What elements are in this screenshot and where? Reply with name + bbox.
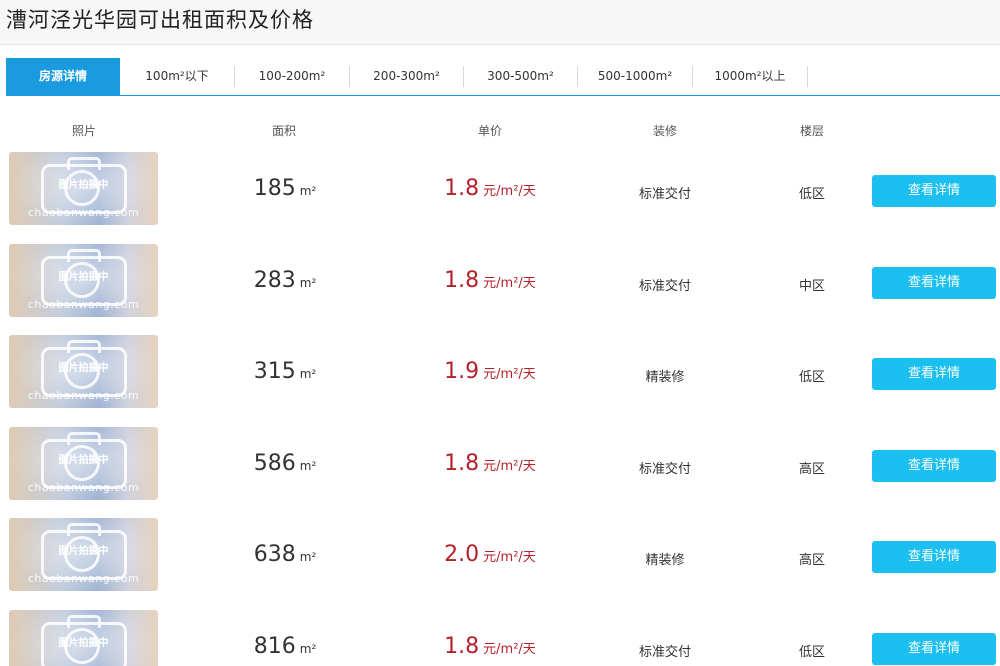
floor-cell: 高区 — [798, 462, 825, 477]
tab-over-1000[interactable]: 1000m²以上 — [693, 58, 807, 95]
column-header-decoration: 装修 — [652, 124, 677, 138]
photo-placeholder-text: 图片拍摄中 — [58, 180, 109, 191]
area-cell: 586 m² — [200, 451, 370, 476]
area-value: 586 — [253, 451, 296, 476]
view-details-button[interactable]: 查看详情 — [872, 358, 996, 390]
decoration-cell: 精装修 — [645, 553, 685, 568]
photo-placeholder-text: 图片拍摄中 — [58, 363, 109, 374]
area-unit: m² — [299, 367, 317, 381]
price-value: 1.8 — [444, 176, 480, 201]
price-unit: 元/m²/天 — [483, 550, 536, 565]
price-cell: 1.8 元/m²/天 — [400, 176, 580, 201]
price-cell: 2.0 元/m²/天 — [400, 542, 580, 567]
title-bar: 漕河泾光华园可出租面积及价格 — [0, 0, 1000, 45]
photo-placeholder-text: 图片拍摄中 — [58, 272, 109, 283]
listing-photo[interactable]: 图片拍摄中 chaobanwang.com — [9, 244, 158, 317]
area-unit: m² — [299, 550, 317, 564]
table-row: 图片拍摄中 chaobanwang.com 315 m² 1.9 元/m²/天 精装… — [0, 335, 1000, 408]
tab-under-100[interactable]: 100m²以下 — [120, 58, 234, 95]
column-header-price: 单价 — [477, 124, 502, 138]
price-unit: 元/m²/天 — [483, 276, 536, 291]
page-title: 漕河泾光华园可出租面积及价格 — [6, 8, 314, 32]
price-cell: 1.8 元/m²/天 — [400, 634, 580, 659]
area-cell: 816 m² — [200, 634, 370, 659]
view-details-button[interactable]: 查看详情 — [872, 633, 996, 665]
photo-watermark: chaobanwang.com — [27, 389, 140, 402]
view-details-button[interactable]: 查看详情 — [872, 267, 996, 299]
area-unit: m² — [299, 276, 317, 290]
photo-placeholder-text: 图片拍摄中 — [58, 638, 109, 649]
area-unit: m² — [299, 642, 317, 656]
filter-tabs: 房源详情 100m²以下 100-200m² 200-300m² 300-500… — [6, 58, 1000, 96]
floor-cell: 低区 — [798, 187, 825, 202]
decoration-cell: 标准交付 — [638, 187, 691, 202]
floor-cell: 高区 — [798, 553, 825, 568]
listing-photo[interactable]: 图片拍摄中 chaobanwang.com — [9, 427, 158, 500]
price-cell: 1.8 元/m²/天 — [400, 451, 580, 476]
tab-200-300[interactable]: 200-300m² — [350, 58, 463, 95]
price-value: 1.8 — [444, 451, 480, 476]
decoration-cell: 标准交付 — [638, 279, 691, 294]
price-unit: 元/m²/天 — [483, 459, 536, 474]
photo-watermark: chaobanwang.com — [27, 481, 140, 494]
area-value: 283 — [253, 268, 296, 293]
price-unit: 元/m²/天 — [483, 184, 536, 199]
column-header-area: 面积 — [271, 124, 296, 138]
table-row: 图片拍摄中 chaobanwang.com 185 m² 1.8 元/m²/天 标准… — [0, 152, 1000, 225]
listing-photo[interactable]: 图片拍摄中 chaobanwang.com — [9, 610, 158, 666]
view-details-button[interactable]: 查看详情 — [872, 175, 996, 207]
listing-photo[interactable]: 图片拍摄中 chaobanwang.com — [9, 518, 158, 591]
table-row: 图片拍摄中 chaobanwang.com 283 m² 1.8 元/m²/天 标准… — [0, 244, 1000, 317]
tab-listing-details[interactable]: 房源详情 — [6, 58, 120, 95]
floor-cell: 中区 — [798, 279, 825, 294]
photo-watermark: chaobanwang.com — [27, 206, 140, 219]
area-cell: 315 m² — [200, 359, 370, 384]
table-row: 图片拍摄中 chaobanwang.com 816m² 1.8元/m²/天 标准… — [0, 610, 1000, 666]
area-value: 315 — [253, 359, 296, 384]
area-value: 185 — [253, 176, 296, 201]
view-details-button[interactable]: 查看详情 — [872, 541, 996, 573]
table-row: 图片拍摄中 chaobanwang.com 638 m² 2.0 元/m²/天 精装… — [0, 518, 1000, 591]
price-unit: 元/m²/天 — [483, 642, 536, 657]
price-unit: 元/m²/天 — [483, 367, 536, 382]
photo-watermark: chaobanwang.com — [27, 298, 140, 311]
price-value: 1.8 — [444, 634, 480, 659]
area-cell: 638 m² — [200, 542, 370, 567]
area-value: 638 — [253, 542, 296, 567]
area-unit: m² — [299, 459, 317, 473]
area-value: 816 — [253, 634, 296, 659]
table-row: 图片拍摄中 chaobanwang.com 586 m² 1.8 元/m²/天 标准… — [0, 427, 1000, 500]
decoration-cell: 标准交付 — [638, 462, 691, 477]
photo-placeholder-text: 图片拍摄中 — [58, 546, 109, 557]
decoration-cell: 精装修 — [645, 370, 685, 385]
photo-watermark: chaobanwang.com — [27, 572, 140, 585]
listing-photo[interactable]: 图片拍摄中 chaobanwang.com — [9, 335, 158, 408]
price-value: 1.9 — [444, 359, 480, 384]
floor-cell: 低区 — [798, 370, 825, 385]
price-value: 2.0 — [444, 542, 480, 567]
view-details-button[interactable]: 查看详情 — [872, 450, 996, 482]
tab-divider — [807, 66, 808, 87]
column-header-photo: 照片 — [71, 124, 96, 138]
photo-placeholder-text: 图片拍摄中 — [58, 455, 109, 466]
price-value: 1.8 — [444, 268, 480, 293]
tab-500-1000[interactable]: 500-1000m² — [578, 58, 692, 95]
area-cell: 283 m² — [200, 268, 370, 293]
floor-cell: 低区 — [798, 645, 825, 660]
price-cell: 1.9 元/m²/天 — [400, 359, 580, 384]
tab-300-500[interactable]: 300-500m² — [464, 58, 577, 95]
decoration-cell: 标准交付 — [638, 645, 691, 660]
price-cell: 1.8 元/m²/天 — [400, 268, 580, 293]
column-header-floor: 楼层 — [799, 124, 824, 138]
tab-100-200[interactable]: 100-200m² — [235, 58, 349, 95]
area-unit: m² — [299, 184, 317, 198]
area-cell: 185 m² — [200, 176, 370, 201]
listing-photo[interactable]: 图片拍摄中 chaobanwang.com — [9, 152, 158, 225]
